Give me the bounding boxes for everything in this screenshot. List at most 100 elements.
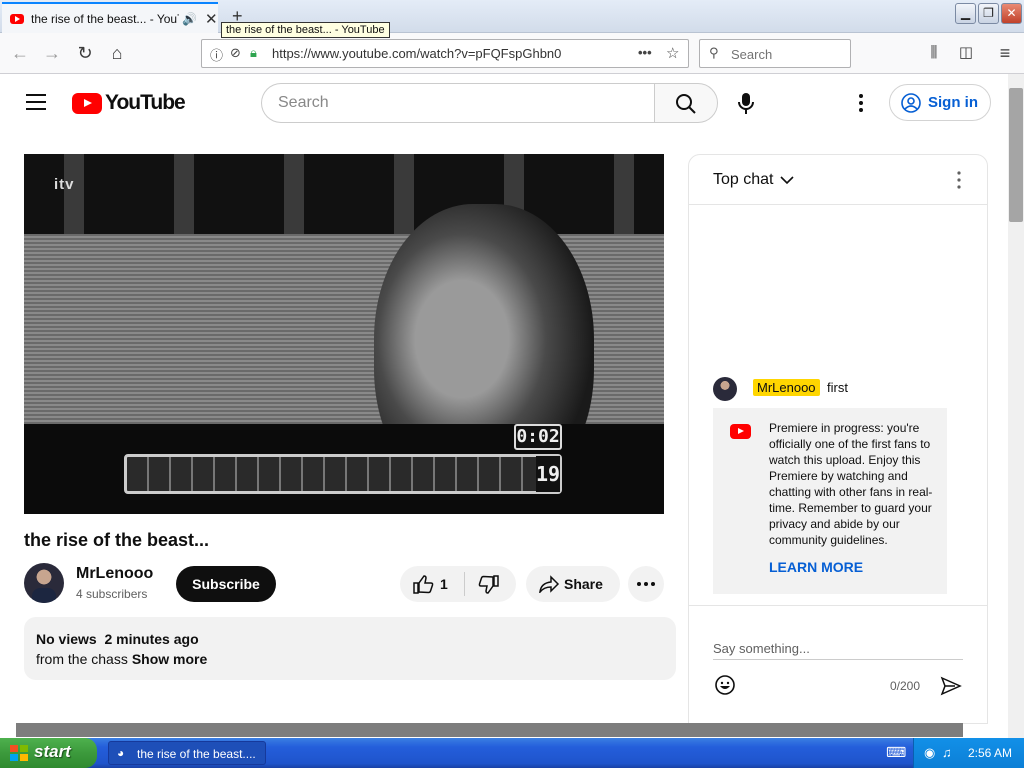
guide-menu-icon[interactable] (26, 94, 46, 110)
browser-search-field[interactable]: ⚲ Search (699, 39, 851, 68)
search-button[interactable] (654, 83, 718, 123)
minimize-button[interactable]: ▁ (955, 3, 976, 24)
scrollbar-thumb[interactable] (1009, 88, 1023, 222)
video-title: the rise of the beast... (24, 530, 210, 550)
youtube-logo[interactable]: YouTube (72, 91, 186, 115)
tab-tooltip: the rise of the beast... - YouTube (221, 22, 390, 38)
subscriber-count: 4 subscribers (76, 587, 148, 601)
video-player[interactable]: itv 0:02 19 (24, 154, 664, 514)
chat-input-underline (713, 659, 963, 660)
chat-menu-icon[interactable] (951, 169, 967, 191)
search-placeholder: Search (278, 94, 329, 111)
chevron-down-icon[interactable] (779, 172, 795, 188)
speaker-icon[interactable]: 🔊 (182, 12, 197, 26)
more-actions-button[interactable] (628, 566, 664, 602)
channel-name[interactable]: MrLenooo (76, 565, 153, 583)
channel-avatar[interactable] (24, 563, 64, 603)
microphone-icon[interactable] (733, 90, 759, 116)
share-button[interactable]: Share (526, 566, 620, 602)
close-window-button[interactable]: ✕ (1001, 3, 1022, 24)
forward-icon[interactable]: → (40, 41, 64, 65)
chat-message[interactable]: MrLenooo first (689, 373, 971, 405)
subscribe-button[interactable]: Subscribe (176, 566, 276, 602)
show-more-link[interactable]: Show more (132, 651, 207, 667)
thumbs-up-icon[interactable] (412, 574, 434, 594)
progress-ladder-overlay (124, 454, 562, 494)
score-overlay: 19 (536, 456, 560, 492)
url-text: https://www.youtube.com/watch?v=pFQFspGh… (272, 46, 562, 61)
keyboard-icon[interactable]: ⌨ (886, 744, 906, 761)
reload-icon[interactable]: ↻ (73, 41, 97, 65)
sidebar-icon[interactable]: ◫ (954, 41, 978, 65)
windows-logo-icon (10, 745, 28, 761)
back-icon[interactable]: ← (8, 41, 32, 65)
browser-titlebar: the rise of the beast... - YouTube 🔊 ✕ +… (0, 0, 1024, 33)
chat-input[interactable]: Say something... (713, 641, 810, 656)
like-count: 1 (440, 576, 448, 592)
page-actions-icon[interactable]: ••• (638, 45, 652, 60)
search-icon (676, 94, 696, 114)
channel-watermark: itv (54, 176, 75, 193)
premiere-notice: Premiere in progress: you're officially … (713, 408, 947, 594)
like-dislike-group: 1 (400, 566, 516, 602)
site-info-icon[interactable]: ⓘ (210, 45, 223, 64)
start-button[interactable]: start (0, 738, 97, 768)
description-box[interactable]: No views 2 minutes ago from the chass Sho… (24, 617, 676, 680)
premiere-notice-text: Premiere in progress: you're officially … (769, 421, 933, 547)
youtube-masthead: YouTube Search Sign in (0, 74, 1024, 130)
description-body: from the chass (36, 651, 128, 667)
thumbs-down-icon[interactable] (478, 575, 500, 595)
char-counter: 0/200 (890, 679, 921, 693)
chat-author-avatar (713, 377, 737, 401)
more-horizontal-icon (637, 582, 655, 586)
learn-more-link[interactable]: LEARN MORE (769, 559, 863, 575)
view-count: No views (36, 631, 97, 647)
share-icon (539, 575, 560, 593)
browser-navbar: ← → ↻ ⌂ ⓘ ⊘ 🔒︎ https://www.youtube.com/w… (0, 33, 1024, 74)
network-icon[interactable]: ◉ (924, 745, 935, 761)
home-icon[interactable]: ⌂ (105, 41, 129, 65)
sign-in-label: Sign in (928, 94, 978, 111)
autoplay-blocked-icon[interactable]: ⊘ (230, 45, 241, 61)
volume-icon[interactable]: ♫ (942, 745, 952, 760)
clock: 2:56 AM (968, 746, 1013, 760)
live-chat-panel: Top chat MrLenooo first Premiere in prog… (688, 154, 988, 724)
youtube-icon (730, 424, 751, 439)
browser-search-placeholder: Search (731, 47, 773, 62)
youtube-logo-text: YouTube (105, 91, 186, 114)
browser-tab[interactable]: the rise of the beast... - YouTube 🔊 ✕ (2, 2, 218, 33)
description-text: from the chass Show more (36, 651, 207, 667)
timer-overlay: 0:02 (514, 424, 562, 450)
youtube-logo-icon (72, 92, 102, 114)
lock-icon[interactable]: 🔒︎ (250, 45, 257, 61)
bookmark-star-icon[interactable]: ☆ (666, 44, 679, 62)
menu-icon[interactable]: ≡ (993, 41, 1017, 65)
taskbar: start ◕ the rise of the beast.... ⌨ ◉ ♫ … (0, 738, 1024, 768)
chat-message-text: first (827, 380, 848, 395)
like-divider (464, 572, 465, 596)
account-icon (901, 93, 921, 113)
sign-in-button[interactable]: Sign in (889, 84, 991, 121)
settings-more-icon[interactable] (851, 90, 871, 116)
taskbar-window-button[interactable]: ◕ the rise of the beast.... (108, 741, 266, 765)
chat-input-area: Say something... 0/200 (689, 605, 987, 723)
chat-author-badge[interactable]: MrLenooo (753, 379, 820, 396)
system-tray: ◉ ♫ 2:56 AM (913, 738, 1024, 768)
tab-title: the rise of the beast... - YouTube (31, 11, 179, 26)
search-input[interactable]: Search (261, 83, 655, 123)
search-icon: ⚲ (709, 45, 719, 60)
emoji-icon[interactable] (714, 674, 736, 696)
page-horizontal-scrollbar[interactable] (16, 723, 963, 737)
youtube-favicon-icon (10, 13, 24, 24)
video-frame-background (24, 154, 664, 244)
share-label: Share (564, 576, 603, 592)
start-label: start (34, 742, 71, 761)
tab-close-icon[interactable]: ✕ (205, 10, 218, 28)
library-icon[interactable]: ⫼ (922, 41, 946, 65)
restore-button[interactable]: ❐ (978, 3, 999, 24)
send-icon[interactable] (940, 676, 962, 696)
firefox-icon: ◕ (117, 746, 125, 760)
view-and-date: No views 2 minutes ago (36, 631, 199, 647)
chat-mode-label[interactable]: Top chat (713, 171, 773, 189)
url-bar[interactable]: ⓘ ⊘ 🔒︎ https://www.youtube.com/watch?v=p… (201, 39, 689, 68)
